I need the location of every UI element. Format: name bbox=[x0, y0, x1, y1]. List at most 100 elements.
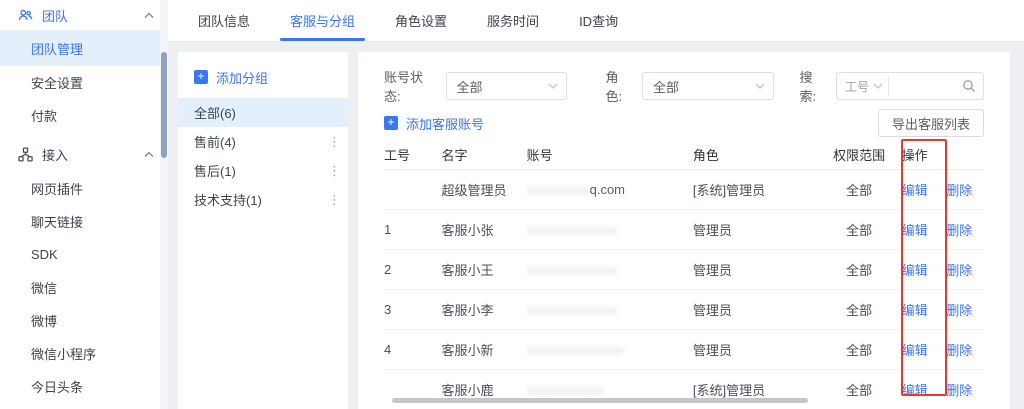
table-row: 2 客服小王 xxxxxxxxxxxxx 管理员 全部 编辑 删除 bbox=[384, 250, 984, 290]
cell-scope: 全部 bbox=[829, 300, 894, 319]
sidebar-scrollbar-track bbox=[160, 0, 168, 409]
delete-link[interactable]: 删除 bbox=[946, 183, 972, 198]
cell-name: 客服小张 bbox=[441, 220, 526, 239]
group-item[interactable]: 售前(4) bbox=[178, 127, 348, 156]
sidebar-item-label: 团队管理 bbox=[31, 39, 83, 58]
sidebar-item-label: 聊天链接 bbox=[31, 212, 83, 231]
add-account-button[interactable]: 添加客服账号 bbox=[384, 114, 484, 133]
sidebar-item-label: 安全设置 bbox=[31, 73, 83, 92]
tab-label: 团队信息 bbox=[198, 11, 250, 30]
sidebar-item[interactable]: 微博 bbox=[0, 304, 168, 337]
search-input[interactable] bbox=[889, 74, 962, 98]
chevron-down-icon bbox=[548, 83, 558, 89]
sidebar-item[interactable]: 安全设置 bbox=[0, 66, 168, 99]
delete-link[interactable]: 删除 bbox=[946, 383, 972, 398]
kebab-menu-icon[interactable] bbox=[328, 192, 338, 208]
sidebar-section-integrations[interactable]: 接入 bbox=[0, 136, 168, 172]
add-account-label: 添加客服账号 bbox=[406, 114, 484, 133]
toolbar-row: 添加客服账号 导出客服列表 bbox=[384, 109, 984, 137]
export-list-button[interactable]: 导出客服列表 bbox=[878, 109, 984, 137]
sidebar-item[interactable]: SDK bbox=[0, 238, 168, 271]
tab[interactable]: ID查询 bbox=[569, 0, 628, 41]
sidebar-item-label: 今日头条 bbox=[31, 377, 83, 396]
sidebar-item-label: 付款 bbox=[31, 106, 57, 125]
search-field-select[interactable]: 工号 bbox=[837, 77, 889, 95]
delete-link[interactable]: 删除 bbox=[946, 343, 972, 358]
sidebar-scrollbar-thumb[interactable] bbox=[161, 52, 167, 158]
role-value: 全部 bbox=[653, 77, 749, 96]
edit-link[interactable]: 编辑 bbox=[902, 223, 928, 238]
sidebar-item[interactable]: 团队管理 bbox=[0, 30, 168, 66]
delete-link[interactable]: 删除 bbox=[946, 263, 972, 278]
chevron-down-icon bbox=[873, 83, 883, 89]
sidebar-section-team[interactable]: 团队 bbox=[0, 0, 168, 30]
search-label: 搜索: bbox=[800, 67, 829, 105]
cell-role: [系统]管理员 bbox=[693, 380, 830, 399]
filter-row: 账号状态: 全部 角色: 全部 搜索: 工号 bbox=[384, 72, 984, 100]
sidebar-section-label: 接入 bbox=[42, 145, 144, 164]
kebab-menu-icon[interactable] bbox=[328, 163, 338, 179]
cell-name: 超级管理员 bbox=[441, 180, 526, 199]
group-item[interactable]: 技术支持(1) bbox=[178, 185, 348, 214]
tab[interactable]: 服务时间 bbox=[477, 0, 549, 41]
search-box: 工号 bbox=[836, 72, 984, 100]
sidebar-item-label: 微信 bbox=[31, 278, 57, 297]
header-role: 角色 bbox=[693, 145, 830, 164]
sidebar-item[interactable]: 网页插件 bbox=[0, 172, 168, 205]
sidebar-item-label: 微信小程序 bbox=[31, 344, 96, 363]
sidebar-item[interactable]: 今日头条 bbox=[0, 370, 168, 403]
cell-scope: 全部 bbox=[829, 340, 894, 359]
cell-agent-id: 2 bbox=[384, 262, 441, 277]
cell-name: 客服小新 bbox=[441, 340, 526, 359]
role-select[interactable]: 全部 bbox=[642, 72, 774, 100]
tab[interactable]: 团队信息 bbox=[188, 0, 260, 41]
sidebar-item-label: SDK bbox=[31, 247, 58, 262]
tab-bar: 团队信息 客服与分组 角色设置 服务时间 ID查询 bbox=[168, 0, 1024, 42]
sidebar-item[interactable]: 微信小程序 bbox=[0, 337, 168, 370]
account-status-select[interactable]: 全部 bbox=[446, 72, 568, 100]
group-item[interactable]: 全部(6) bbox=[178, 98, 348, 127]
chevron-up-icon[interactable] bbox=[144, 12, 154, 19]
tab[interactable]: 客服与分组 bbox=[280, 0, 365, 41]
add-group-button[interactable]: 添加分组 bbox=[178, 66, 348, 88]
edit-link[interactable]: 编辑 bbox=[902, 303, 928, 318]
edit-link[interactable]: 编辑 bbox=[902, 383, 928, 398]
cell-name: 客服小李 bbox=[441, 300, 526, 319]
cell-role: [系统]管理员 bbox=[693, 180, 830, 199]
account-status-value: 全部 bbox=[457, 77, 543, 96]
search-field-value: 工号 bbox=[845, 78, 869, 95]
cell-account: xxxxxxxxxxx bbox=[527, 382, 693, 397]
delete-link[interactable]: 删除 bbox=[946, 223, 972, 238]
table-row: 1 客服小张 xxxxxxxxxxxxx 管理员 全部 编辑 删除 bbox=[384, 210, 984, 250]
sidebar-item[interactable]: 付款 bbox=[0, 99, 168, 132]
cell-scope: 全部 bbox=[829, 220, 894, 239]
sidebar-item[interactable]: 微信 bbox=[0, 271, 168, 304]
delete-link[interactable]: 删除 bbox=[946, 303, 972, 318]
cell-name: 客服小鹿 bbox=[441, 380, 526, 399]
edit-link[interactable]: 编辑 bbox=[902, 263, 928, 278]
search-icon[interactable] bbox=[962, 79, 976, 93]
cell-scope: 全部 bbox=[829, 380, 894, 399]
tab-label: 客服与分组 bbox=[290, 11, 355, 30]
header-name: 名字 bbox=[441, 145, 526, 164]
redacted-account-text: xxxxxxxxxxxxxx bbox=[527, 343, 625, 357]
groups-panel: 添加分组 全部(6) 售前(4) 售后(1) 技术支 bbox=[178, 52, 348, 409]
cell-agent-id: 3 bbox=[384, 302, 441, 317]
chevron-up-icon[interactable] bbox=[144, 151, 154, 158]
cell-account: xxxxxxxxxxxxx bbox=[527, 222, 693, 237]
header-scope: 权限范围 bbox=[829, 145, 894, 164]
kebab-menu-icon[interactable] bbox=[328, 134, 338, 150]
sidebar-item[interactable]: 聊天链接 bbox=[0, 205, 168, 238]
redacted-account-text: xxxxxxxxxxx bbox=[527, 383, 604, 397]
horizontal-scrollbar-thumb[interactable] bbox=[392, 398, 808, 403]
table-header-row: 工号 名字 账号 角色 权限范围 操作 bbox=[384, 140, 984, 170]
edit-link[interactable]: 编辑 bbox=[902, 343, 928, 358]
cell-scope: 全部 bbox=[829, 180, 894, 199]
add-group-label: 添加分组 bbox=[216, 68, 268, 87]
group-item-label: 全部(6) bbox=[194, 103, 328, 122]
edit-link[interactable]: 编辑 bbox=[902, 183, 928, 198]
group-item[interactable]: 售后(1) bbox=[178, 156, 348, 185]
header-account: 账号 bbox=[527, 145, 693, 164]
tab[interactable]: 角色设置 bbox=[385, 0, 457, 41]
tab-label: 服务时间 bbox=[487, 11, 539, 30]
